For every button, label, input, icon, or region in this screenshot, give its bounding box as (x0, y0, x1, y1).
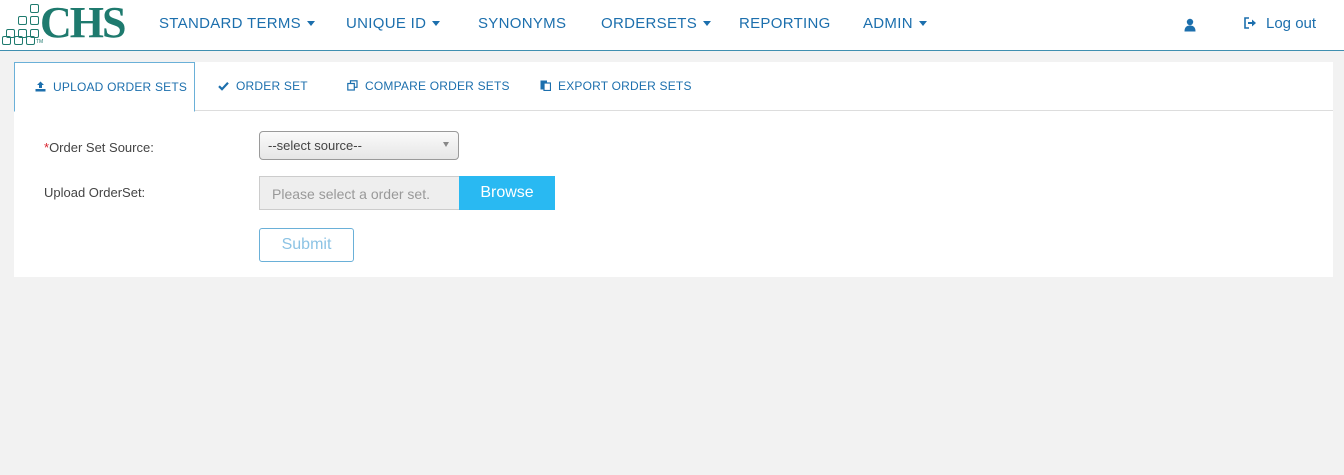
nav-reporting[interactable]: REPORTING (739, 15, 831, 32)
nav-item-label: ORDERSETS (601, 15, 698, 32)
order-set-source-label: *Order Set Source: (44, 140, 154, 155)
submit-button[interactable]: Submit (259, 228, 354, 262)
caret-down-icon (432, 20, 441, 26)
upload-panel: UPLOAD ORDER SETS ORDER SET COMPARE ORDE… (14, 62, 1333, 277)
tab-bar: UPLOAD ORDER SETS ORDER SET COMPARE ORDE… (14, 62, 1333, 112)
order-set-source-select[interactable]: --select source-- (259, 131, 459, 160)
check-icon (218, 82, 229, 91)
copy-icon (347, 80, 358, 91)
tab-upload-order-sets[interactable]: UPLOAD ORDER SETS (14, 62, 195, 112)
caret-down-icon (703, 20, 712, 26)
label-text: Order Set Source: (49, 140, 154, 155)
brand-name: CHS (40, 0, 126, 47)
nav-item-label: ADMIN (863, 15, 913, 32)
nav-admin[interactable]: ADMIN (863, 15, 927, 32)
nav-synonyms[interactable]: SYNONYMS (478, 15, 566, 32)
nav-unique-id[interactable]: UNIQUE ID (346, 15, 441, 32)
caret-down-icon (307, 20, 315, 26)
selected-value: --select source-- (268, 138, 362, 153)
tab-export-order-sets[interactable]: EXPORT ORDER SETS (540, 62, 692, 111)
upload-icon (35, 81, 46, 92)
tab-label: UPLOAD ORDER SETS (53, 80, 188, 94)
nav-standard-terms[interactable]: STANDARD TERMS (159, 15, 315, 32)
nav-ordersets[interactable]: ORDERSETS (601, 15, 712, 32)
trademark-mark: TM (36, 39, 44, 45)
export-icon (540, 80, 552, 92)
top-navbar: CHS TM STANDARD TERMS UNIQUE ID SYNONYMS… (0, 0, 1344, 51)
nav-item-label: STANDARD TERMS (159, 15, 301, 32)
nav-item-label: REPORTING (739, 15, 831, 32)
tab-order-set[interactable]: ORDER SET (218, 62, 308, 111)
caret-down-icon (918, 20, 927, 26)
upload-orderset-label: Upload OrderSet: (44, 185, 146, 200)
tab-label: ORDER SET (236, 79, 308, 93)
dropdown-arrow-icon (443, 142, 449, 147)
chs-logo[interactable]: CHS TM (2, 0, 130, 47)
tab-compare-order-sets[interactable]: COMPARE ORDER SETS (347, 62, 510, 111)
tab-label: COMPARE ORDER SETS (365, 79, 510, 93)
sign-out-icon (1244, 17, 1256, 29)
file-path-input[interactable]: Please select a order set. (259, 176, 459, 210)
nav-item-label: SYNONYMS (478, 15, 567, 32)
nav-item-label: UNIQUE ID (346, 15, 427, 32)
tab-label: EXPORT ORDER SETS (558, 79, 692, 93)
browse-button[interactable]: Browse (459, 176, 555, 210)
logout-label: Log out (1266, 15, 1317, 32)
logout-link[interactable]: Log out (1244, 15, 1316, 32)
user-icon[interactable] (1184, 18, 1196, 32)
